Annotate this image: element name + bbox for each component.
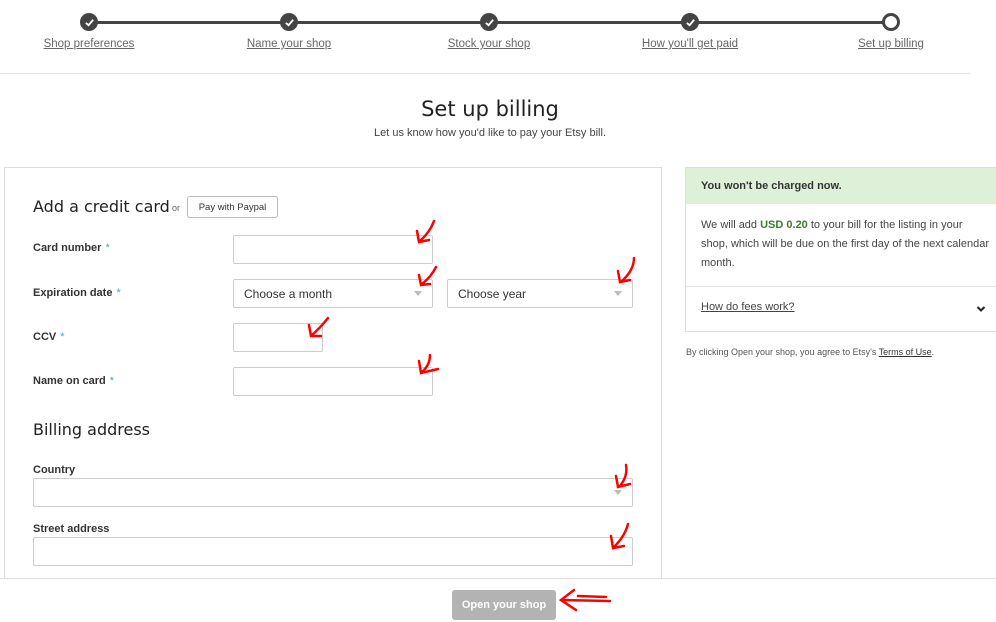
annotation-arrow-icon: [609, 522, 630, 550]
month-value: Choose a month: [244, 286, 333, 301]
check-icon: [280, 13, 298, 31]
annotation-arrow-icon: [417, 265, 438, 287]
step-how-youll-get-paid[interactable]: How you'll get paid: [620, 13, 760, 50]
open-your-shop-button[interactable]: Open your shop: [452, 590, 556, 620]
progress-stepper: Shop preferences Name your shop Stock yo…: [0, 0, 970, 74]
step-label[interactable]: Set up billing: [821, 38, 961, 50]
check-icon: [80, 13, 98, 31]
not-charged-notice: You won't be charged now.: [686, 168, 996, 204]
name-on-card-input[interactable]: [233, 367, 433, 396]
step-stock-your-shop[interactable]: Stock your shop: [419, 13, 559, 50]
card-number-input[interactable]: [233, 235, 433, 264]
annotation-arrow-icon: [307, 316, 330, 338]
step-set-up-billing[interactable]: Set up billing: [821, 13, 961, 50]
dropdown-caret-icon: [614, 291, 622, 296]
terms-notice: By clicking Open your shop, you agree to…: [686, 347, 935, 357]
annotation-arrow-icon: [614, 463, 632, 489]
step-shop-preferences[interactable]: Shop preferences: [19, 13, 159, 50]
expiration-date-label: Expiration date *: [33, 287, 121, 299]
pay-with-paypal-button[interactable]: Pay with Paypal: [187, 196, 278, 218]
annotation-arrow-icon: [415, 219, 436, 244]
current-step-icon: [882, 13, 900, 31]
check-icon: [480, 13, 498, 31]
required-mark: *: [105, 242, 110, 254]
billing-info-panel: You won't be charged now. We will add US…: [685, 167, 996, 332]
step-name-your-shop[interactable]: Name your shop: [219, 13, 359, 50]
year-value: Choose year: [458, 286, 527, 301]
dropdown-caret-icon: [414, 291, 422, 296]
fees-faq-toggle[interactable]: How do fees work?: [686, 287, 996, 331]
required-mark: *: [60, 331, 65, 343]
street-address-label: Street address: [33, 523, 110, 535]
billing-address-heading: Billing address: [33, 420, 150, 439]
terms-of-use-link[interactable]: Terms of Use: [879, 347, 932, 357]
required-mark: *: [109, 375, 115, 387]
ccv-label: CCV *: [33, 331, 65, 343]
required-mark: *: [116, 287, 121, 299]
credit-card-heading: Add a credit card: [33, 197, 170, 216]
street-address-input[interactable]: [33, 537, 633, 566]
annotation-arrow-icon: [558, 588, 612, 612]
name-on-card-label: Name on card *: [33, 375, 115, 387]
country-select[interactable]: [33, 478, 633, 507]
billing-form: Add a credit card or Pay with Paypal Car…: [4, 167, 662, 587]
footer-bar: Open your shop: [0, 578, 996, 622]
chevron-down-icon[interactable]: [976, 304, 986, 314]
fee-amount: USD 0.20: [760, 219, 808, 231]
step-label[interactable]: How you'll get paid: [620, 38, 760, 50]
check-icon: [681, 13, 699, 31]
or-text: or: [172, 203, 181, 213]
how-do-fees-work-link[interactable]: How do fees work?: [701, 301, 795, 313]
step-label[interactable]: Shop preferences: [19, 38, 159, 50]
country-label: Country: [33, 464, 76, 476]
card-number-label: Card number *: [33, 242, 110, 254]
annotation-arrow-icon: [616, 256, 636, 284]
annotation-arrow-icon: [417, 353, 440, 375]
expiration-year-select[interactable]: Choose year: [447, 279, 633, 308]
billing-explanation: We will add USD 0.20 to your bill for th…: [686, 204, 996, 287]
expiration-month-select[interactable]: Choose a month: [233, 279, 433, 308]
step-label[interactable]: Stock your shop: [419, 38, 559, 50]
page-subtitle: Let us know how you'd like to pay your E…: [374, 127, 606, 139]
page-title: Set up billing: [421, 97, 559, 121]
step-label[interactable]: Name your shop: [219, 38, 359, 50]
